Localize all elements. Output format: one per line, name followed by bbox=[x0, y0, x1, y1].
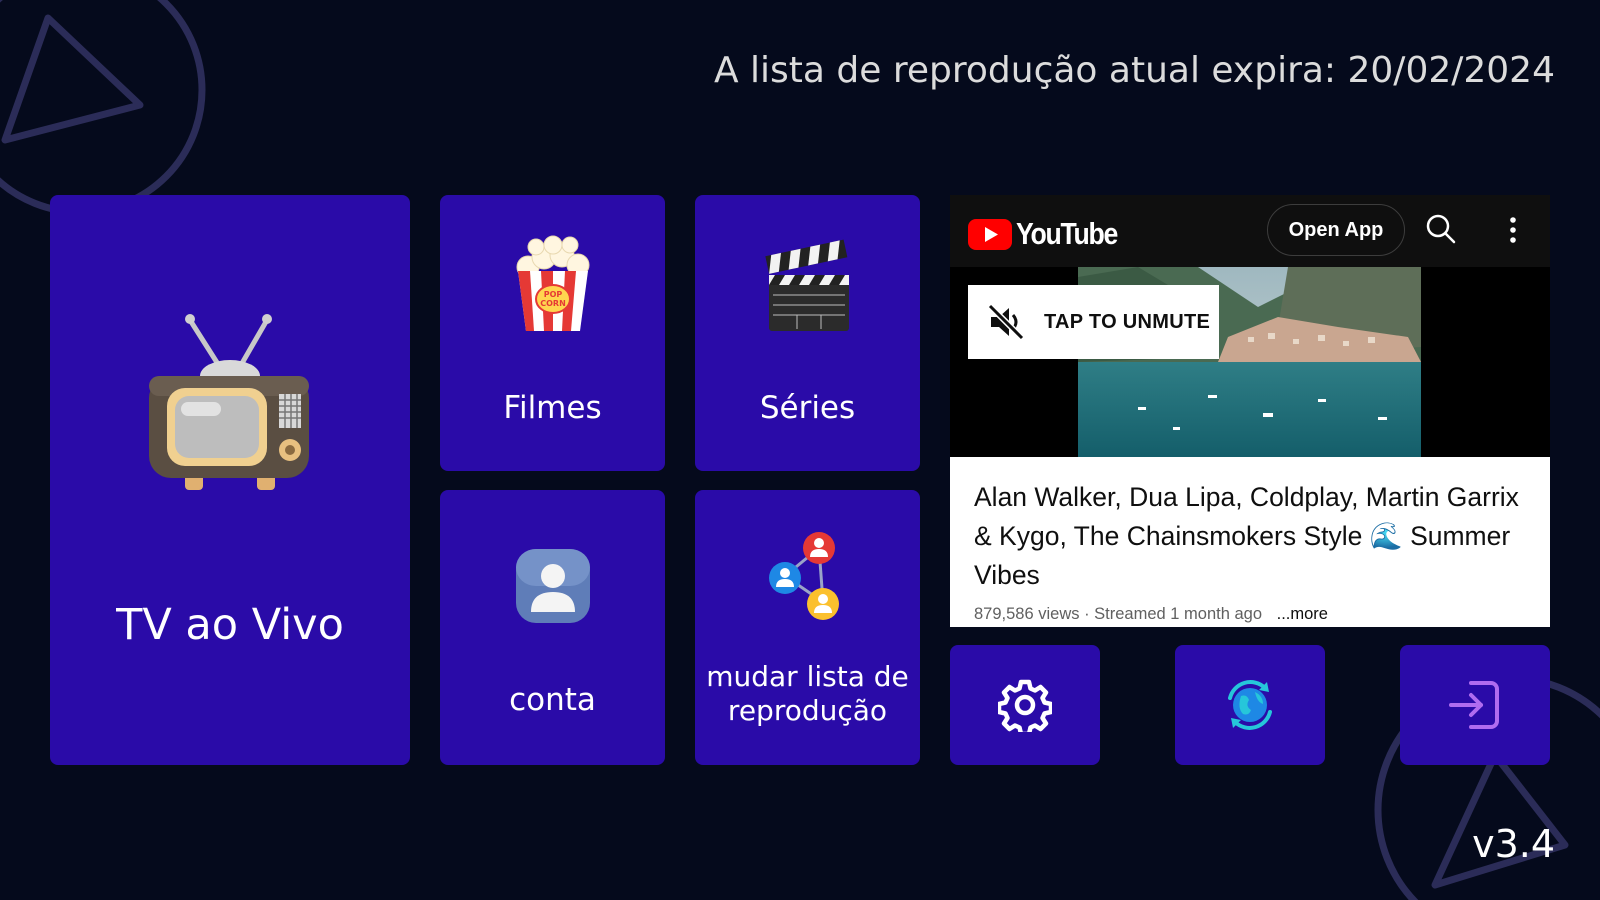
retro-tv-icon bbox=[149, 314, 309, 490]
youtube-logo-text: YouTube bbox=[1016, 216, 1118, 251]
video-player[interactable]: TAP TO UNMUTE bbox=[950, 267, 1550, 457]
live-tv-tile[interactable]: TV ao Vivo bbox=[50, 195, 410, 765]
account-label: conta bbox=[509, 682, 596, 718]
popcorn-icon: POP CORN bbox=[516, 235, 589, 331]
youtube-play-icon bbox=[968, 218, 1012, 250]
change-playlist-label-line2: reprodução bbox=[727, 694, 888, 727]
series-tile[interactable]: Séries bbox=[695, 195, 920, 471]
series-label: Séries bbox=[759, 390, 856, 426]
account-tile[interactable]: conta bbox=[440, 490, 665, 765]
tap-to-unmute-button[interactable]: TAP TO UNMUTE bbox=[968, 285, 1219, 359]
tap-to-unmute-label: TAP TO UNMUTE bbox=[1044, 310, 1211, 333]
refresh-button[interactable] bbox=[1175, 645, 1325, 765]
user-icon bbox=[515, 549, 590, 623]
svg-text:CORN: CORN bbox=[540, 299, 566, 308]
video-title[interactable]: Alan Walker, Dua Lipa, Coldplay, Martin … bbox=[974, 478, 1534, 595]
settings-button[interactable] bbox=[950, 645, 1100, 765]
more-options-icon[interactable] bbox=[1505, 214, 1521, 246]
youtube-embed[interactable]: YouTube Open App TAP TO UNMUTE Alan Walk… bbox=[950, 195, 1550, 627]
video-stats: 879,586 views · Streamed 1 month ago bbox=[974, 605, 1263, 623]
youtube-header: YouTube Open App bbox=[950, 195, 1550, 267]
muted-speaker-icon bbox=[987, 303, 1025, 341]
playlist-expiry-text: A lista de reprodução atual expira: 20/0… bbox=[713, 50, 1555, 91]
youtube-logo[interactable]: YouTube bbox=[968, 216, 1134, 252]
network-users-icon bbox=[768, 532, 839, 620]
search-icon[interactable] bbox=[1425, 213, 1457, 245]
exit-button[interactable] bbox=[1400, 645, 1550, 765]
movies-label: Filmes bbox=[503, 390, 602, 426]
open-app-button[interactable]: Open App bbox=[1267, 204, 1405, 256]
gear-icon bbox=[998, 679, 1052, 732]
globe-refresh-icon bbox=[1228, 680, 1272, 730]
video-meta: 879,586 views · Streamed 1 month ago ...… bbox=[974, 605, 1328, 624]
change-playlist-tile[interactable]: mudar lista de reprodução bbox=[695, 490, 920, 765]
change-playlist-label-line1: mudar lista de bbox=[706, 660, 909, 693]
app-version: v3.4 bbox=[1472, 822, 1555, 866]
decor-circle-triangle-top bbox=[0, 0, 206, 216]
movies-tile[interactable]: POP CORN Filmes bbox=[440, 195, 665, 471]
svg-text:POP: POP bbox=[543, 290, 562, 299]
clapperboard-icon bbox=[764, 239, 849, 331]
live-tv-label: TV ao Vivo bbox=[116, 600, 344, 650]
more-link[interactable]: ...more bbox=[1277, 605, 1328, 623]
logout-icon bbox=[1449, 681, 1499, 729]
